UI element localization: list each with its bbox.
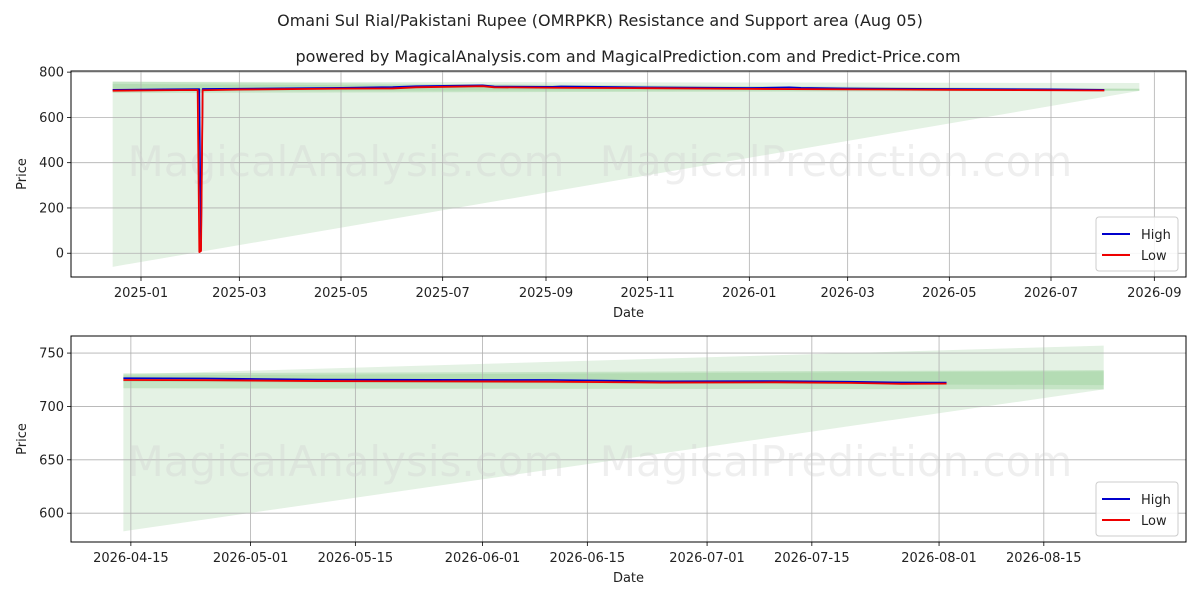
y-axis-label: Price bbox=[15, 158, 30, 190]
legend-label-low: Low bbox=[1141, 249, 1167, 264]
x-tick-label: 2025-09 bbox=[519, 286, 573, 301]
legend: High Low bbox=[1095, 481, 1179, 537]
chart-subtitle: powered by MagicalAnalysis.com and Magic… bbox=[295, 47, 960, 66]
x-tick-label: 2026-05-01 bbox=[213, 551, 289, 566]
x-tick-label: 2025-11 bbox=[621, 286, 675, 301]
x-tick-label: 2026-07-01 bbox=[669, 551, 745, 566]
x-tick-label: 2026-07-15 bbox=[774, 551, 850, 566]
x-tick-label: 2026-07 bbox=[1024, 286, 1078, 301]
legend-label-low: Low bbox=[1141, 514, 1167, 529]
watermark-text: MagicalPrediction.com bbox=[600, 437, 1073, 486]
top-chart-panel: 2025-01 2025-03 2025-05 2025-07 2025-09 2025-… bbox=[15, 66, 1187, 321]
y-tick-label: 800 bbox=[39, 66, 64, 81]
x-axis-label: Date bbox=[613, 571, 644, 586]
bottom-chart-panel: 2026-04-15 2026-05-01 2026-05-15 2026-06-01… bbox=[15, 335, 1187, 586]
y-tick-label: 200 bbox=[39, 201, 64, 216]
legend: High Low bbox=[1095, 216, 1179, 272]
x-tick-label: 2026-05 bbox=[922, 286, 976, 301]
watermark-text: MagicalAnalysis.com bbox=[128, 137, 565, 186]
figure: Omani Sul Rial/Pakistani Rupee (OMRPKR) … bbox=[15, 11, 1187, 586]
legend-label-high: High bbox=[1141, 493, 1171, 508]
x-tick-label: 2025-03 bbox=[212, 286, 266, 301]
watermark-text: MagicalAnalysis.com bbox=[128, 437, 565, 486]
y-tick-label: 600 bbox=[39, 111, 64, 126]
x-tick-label: 2026-06-01 bbox=[445, 551, 521, 566]
x-tick-label: 2026-03 bbox=[821, 286, 875, 301]
x-tick-label: 2026-08-15 bbox=[1006, 551, 1082, 566]
x-tick-label: 2025-05 bbox=[314, 286, 368, 301]
x-tick-label: 2025-01 bbox=[114, 286, 168, 301]
y-tick-label: 600 bbox=[39, 507, 64, 522]
y-tick-label: 400 bbox=[39, 156, 64, 171]
y-tick-label: 0 bbox=[56, 247, 64, 262]
x-tick-label: 2026-09 bbox=[1127, 286, 1181, 301]
x-tick-label: 2025-07 bbox=[416, 286, 470, 301]
y-axis-label: Price bbox=[15, 423, 30, 455]
y-tick-label: 650 bbox=[39, 453, 64, 468]
watermark-text: MagicalPrediction.com bbox=[600, 137, 1073, 186]
y-tick-label: 700 bbox=[39, 400, 64, 415]
x-tick-label: 2026-01 bbox=[722, 286, 776, 301]
x-tick-label: 2026-05-15 bbox=[318, 551, 394, 566]
x-tick-label: 2026-08-01 bbox=[901, 551, 977, 566]
x-tick-label: 2026-06-15 bbox=[550, 551, 626, 566]
chart-title: Omani Sul Rial/Pakistani Rupee (OMRPKR) … bbox=[277, 11, 923, 30]
legend-label-high: High bbox=[1141, 228, 1171, 243]
y-tick-label: 750 bbox=[39, 347, 64, 362]
x-axis-label: Date bbox=[613, 306, 644, 321]
x-tick-label: 2026-04-15 bbox=[93, 551, 169, 566]
